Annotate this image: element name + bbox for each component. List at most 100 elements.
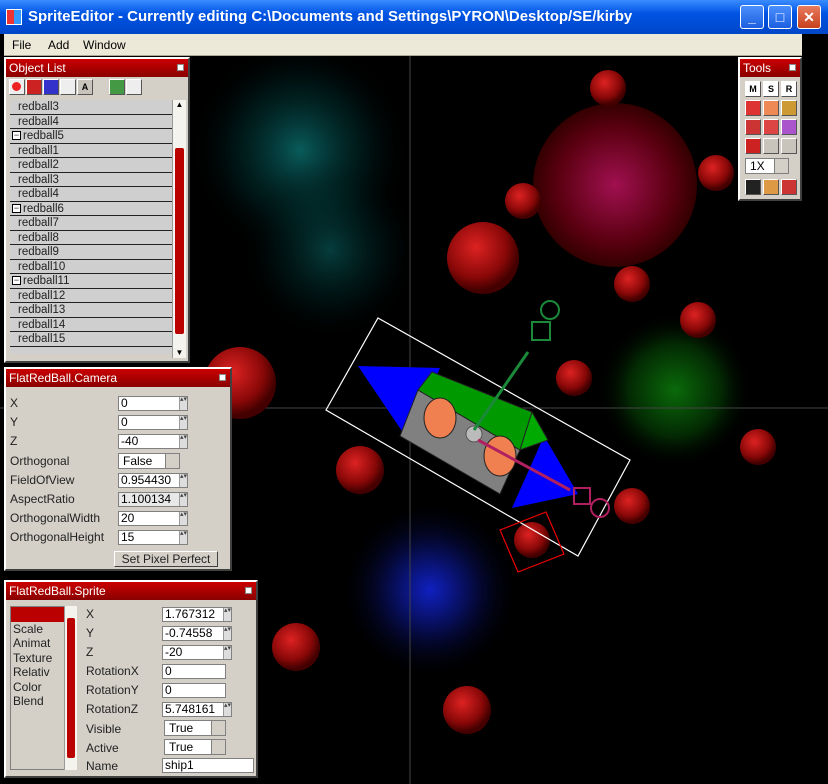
sprite-panel-title[interactable]: FlatRedBall.Sprite	[6, 582, 256, 600]
camera-panel-title[interactable]: FlatRedBall.Camera	[6, 369, 230, 387]
sprite-name-field[interactable]: ship1	[162, 758, 254, 773]
paint-icon[interactable]	[781, 119, 797, 135]
erase-icon[interactable]	[745, 138, 761, 154]
sprite-visible-select[interactable]: True	[164, 720, 226, 736]
sprite-grid-icon[interactable]	[26, 79, 42, 95]
sprite-category-item[interactable]: Color	[11, 680, 65, 695]
move-icon[interactable]	[745, 100, 761, 116]
minimize-button[interactable]: _	[740, 5, 764, 29]
cyan-ball-sprite[interactable]	[240, 160, 420, 340]
panel-close-icon[interactable]	[177, 64, 184, 71]
sprite-rotation-x-field[interactable]: 0	[162, 664, 226, 679]
scale-icon[interactable]	[763, 100, 779, 116]
collapse-icon[interactable]: −	[12, 276, 21, 286]
gizmo-handle-y[interactable]	[531, 321, 551, 341]
scroll-up-icon[interactable]: ▲	[173, 100, 186, 110]
sprite-rotation-y-field[interactable]: 0	[162, 683, 226, 698]
magnet-icon[interactable]	[781, 179, 797, 195]
pick-icon[interactable]	[763, 138, 779, 154]
scale-mode-button[interactable]: S	[763, 81, 779, 97]
camera-fov-field[interactable]: 0.954430 ▴▾	[118, 473, 188, 488]
redball-sprite[interactable]	[336, 446, 384, 494]
green-ball-sprite[interactable]	[597, 312, 753, 468]
panel-close-icon[interactable]	[789, 64, 796, 71]
redball-sprite[interactable]	[614, 488, 650, 524]
particle-icon[interactable]	[60, 79, 76, 95]
sprite-category-item[interactable]: Position	[11, 607, 65, 622]
font-icon[interactable]: A	[77, 79, 93, 95]
collapse-icon[interactable]: −	[12, 131, 21, 141]
panel-close-icon[interactable]	[219, 374, 226, 381]
grid-icon[interactable]	[745, 179, 761, 195]
sprite-category-item[interactable]: Animat	[11, 636, 65, 651]
object-list-item[interactable]: redball3	[10, 100, 172, 115]
select-icon[interactable]	[109, 79, 125, 95]
category-scrollbar[interactable]	[64, 606, 77, 770]
sprite-rotation-z-field[interactable]: 5.748161 ▴▾	[162, 702, 232, 717]
sprite-active-select[interactable]: True	[164, 739, 226, 755]
scroll-down-icon[interactable]: ▼	[173, 348, 186, 358]
attach-icon[interactable]	[745, 119, 761, 135]
set-pixel-perfect-button[interactable]: Set Pixel Perfect	[114, 551, 218, 567]
sprite-y-field[interactable]: -0.74558 ▴▾	[162, 626, 232, 641]
new-sprite-icon[interactable]	[12, 82, 21, 91]
gizmo-handle-x[interactable]	[573, 487, 591, 505]
redball-sprite[interactable]	[698, 155, 734, 191]
large-redball-sprite[interactable]	[533, 103, 697, 267]
camera-aspect-field[interactable]: 1.100134 ▴▾	[118, 492, 188, 507]
sprite-category-item[interactable]: Texture	[11, 651, 65, 666]
object-list-item[interactable]: redball14	[10, 317, 172, 332]
redball-sprite[interactable]	[614, 266, 650, 302]
move-mode-button[interactable]: M	[745, 81, 761, 97]
redball-sprite[interactable]	[680, 302, 716, 338]
object-list-title[interactable]: Object List	[6, 59, 188, 77]
object-list-item[interactable]: redball7	[10, 216, 172, 231]
sprite-category-item[interactable]: Relativ	[11, 665, 65, 680]
blue-ball-sprite[interactable]	[340, 500, 520, 680]
zoom-select[interactable]: 1X	[745, 158, 789, 174]
sprite-category-item[interactable]: Blend	[11, 694, 65, 709]
object-list-item[interactable]: − redball5	[10, 129, 172, 144]
object-list-item[interactable]: redball4	[10, 187, 172, 202]
title-bar[interactable]: SpriteEditor - Currently editing C:\Docu…	[0, 0, 828, 34]
object-list-item[interactable]: redball2	[10, 158, 172, 173]
object-list-item[interactable]: redball3	[10, 172, 172, 187]
object-list-item[interactable]: redball8	[10, 230, 172, 245]
redball-sprite[interactable]	[556, 360, 592, 396]
close-button[interactable]: ✕	[797, 5, 821, 29]
object-list-scrollbar[interactable]: ▲ ▼	[172, 100, 186, 358]
camera-z-field[interactable]: -40 ▴▾	[118, 434, 188, 449]
collapse-icon[interactable]: −	[12, 203, 21, 213]
gizmo-rotate-handle[interactable]	[540, 300, 560, 320]
object-list-item[interactable]: redball9	[10, 245, 172, 260]
menu-file[interactable]: File	[12, 38, 31, 52]
redball-sprite[interactable]	[272, 623, 320, 671]
camera-y-field[interactable]: 0 ▴▾	[118, 415, 188, 430]
sprite-x-field[interactable]: 1.767312 ▴▾	[162, 607, 232, 622]
menu-add[interactable]: Add	[48, 38, 69, 52]
object-list-item[interactable]: redball4	[10, 114, 172, 129]
redball-sprite[interactable]	[740, 429, 776, 465]
object-list-item[interactable]: redball10	[10, 259, 172, 274]
scroll-thumb[interactable]	[67, 618, 75, 758]
camera-ortho-height-field[interactable]: 15 ▴▾	[118, 530, 188, 545]
object-list-item[interactable]: redball15	[10, 332, 172, 347]
camera-ortho-width-field[interactable]: 20 ▴▾	[118, 511, 188, 526]
detach-icon[interactable]	[763, 119, 779, 135]
rotate-mode-button[interactable]: R	[781, 81, 797, 97]
maximize-button[interactable]: □	[768, 5, 792, 29]
rotate-icon[interactable]	[781, 100, 797, 116]
object-list-item[interactable]: redball1	[10, 143, 172, 158]
panel-close-icon[interactable]	[245, 587, 252, 594]
object-list-item[interactable]: − redball11	[10, 274, 172, 289]
copy-icon[interactable]	[126, 79, 142, 95]
camera-orthogonal-select[interactable]: False	[118, 453, 180, 469]
redball-sprite[interactable]	[443, 686, 491, 734]
eyedropper-icon[interactable]	[781, 138, 797, 154]
redball-sprite[interactable]	[514, 522, 550, 558]
object-list-item[interactable]: redball12	[10, 288, 172, 303]
sprite-category-item[interactable]: Scale	[11, 622, 65, 637]
redball-sprite[interactable]	[505, 183, 541, 219]
redball-sprite[interactable]	[447, 222, 519, 294]
text-icon[interactable]	[43, 79, 59, 95]
